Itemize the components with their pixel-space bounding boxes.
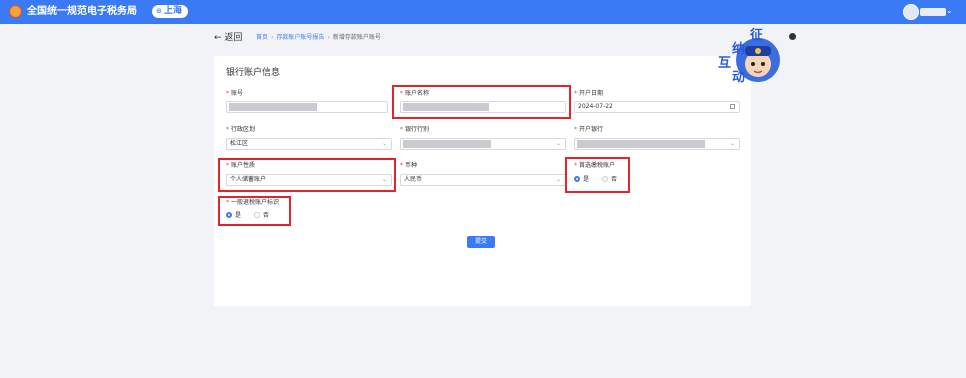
chevron-down-icon: ⌄ [555, 176, 561, 183]
bank-category-select[interactable]: ⌄ [400, 138, 566, 150]
currency-select[interactable]: 人民币 ⌄ [400, 174, 566, 186]
highlight-account-nature [218, 158, 396, 192]
back-button[interactable]: ← 返回 [214, 31, 242, 45]
interaction-mascot[interactable]: 征 纳 互 动 [712, 24, 782, 90]
currency-label: * 币种 [400, 162, 418, 169]
bank-category-label: * 银行行别 [400, 126, 430, 133]
currency-value: 人民币 [404, 176, 423, 183]
mascot-char-1: 征 [750, 28, 764, 43]
account-number-input[interactable] [226, 101, 388, 113]
opening-bank-select[interactable]: ⌄ [574, 138, 740, 150]
calendar-icon [730, 104, 735, 109]
tax-emblem-icon [9, 5, 22, 18]
district-label: * 行政区划 [226, 126, 256, 133]
user-avatar[interactable] [903, 4, 919, 20]
district-value: 松江区 [230, 140, 249, 147]
open-date-value: 2024-07-22 [578, 103, 613, 110]
breadcrumb-separator: › [327, 34, 330, 41]
mascot-char-2: 纳 [732, 42, 746, 57]
masked-value [577, 140, 705, 148]
app-title: 全国统一规范电子税务局 [27, 6, 137, 17]
highlight-general-refund-flag [218, 196, 291, 226]
highlight-account-name [392, 85, 571, 119]
region-label: 上海 [163, 6, 182, 16]
region-selector[interactable]: ⊙ 上海 [152, 5, 188, 18]
user-name-masked[interactable] [920, 8, 946, 16]
chevron-down-icon: ⌄ [381, 140, 387, 147]
opening-bank-label: * 开户银行 [574, 126, 604, 133]
chevron-down-icon: ⌄ [729, 140, 735, 147]
breadcrumb-home[interactable]: 首页 [256, 34, 268, 41]
submit-button[interactable]: 提交 [467, 236, 495, 248]
mascot-char-4: 动 [732, 70, 746, 85]
breadcrumb-account-report[interactable]: 存款账户账号报告 [276, 34, 324, 41]
masked-value [403, 140, 491, 148]
highlight-preferred-tax-account [565, 157, 630, 193]
close-mascot-icon[interactable] [789, 33, 796, 40]
open-date-label: * 开户日期 [574, 90, 604, 97]
mascot-char-3: 互 [718, 56, 732, 71]
breadcrumb-current: 新增存款账户账号 [332, 34, 381, 41]
breadcrumb: 首页 › 存款账户账号报告 › 新增存款账户账号 [256, 33, 381, 43]
chevron-down-icon: ⌄ [555, 140, 561, 147]
chevron-down-icon[interactable]: ⌄ [946, 4, 953, 18]
open-date-picker[interactable]: 2024-07-22 [574, 101, 740, 113]
account-number-label: * 账号 [226, 90, 244, 97]
section-title: 银行账户信息 [226, 68, 281, 78]
top-bar: 全国统一规范电子税务局 ⊙ 上海 ⌄ [0, 0, 966, 24]
location-pin-icon: ⊙ [156, 7, 162, 15]
district-select[interactable]: 松江区 ⌄ [226, 138, 392, 150]
masked-value [229, 103, 317, 111]
breadcrumb-separator: › [271, 34, 274, 41]
